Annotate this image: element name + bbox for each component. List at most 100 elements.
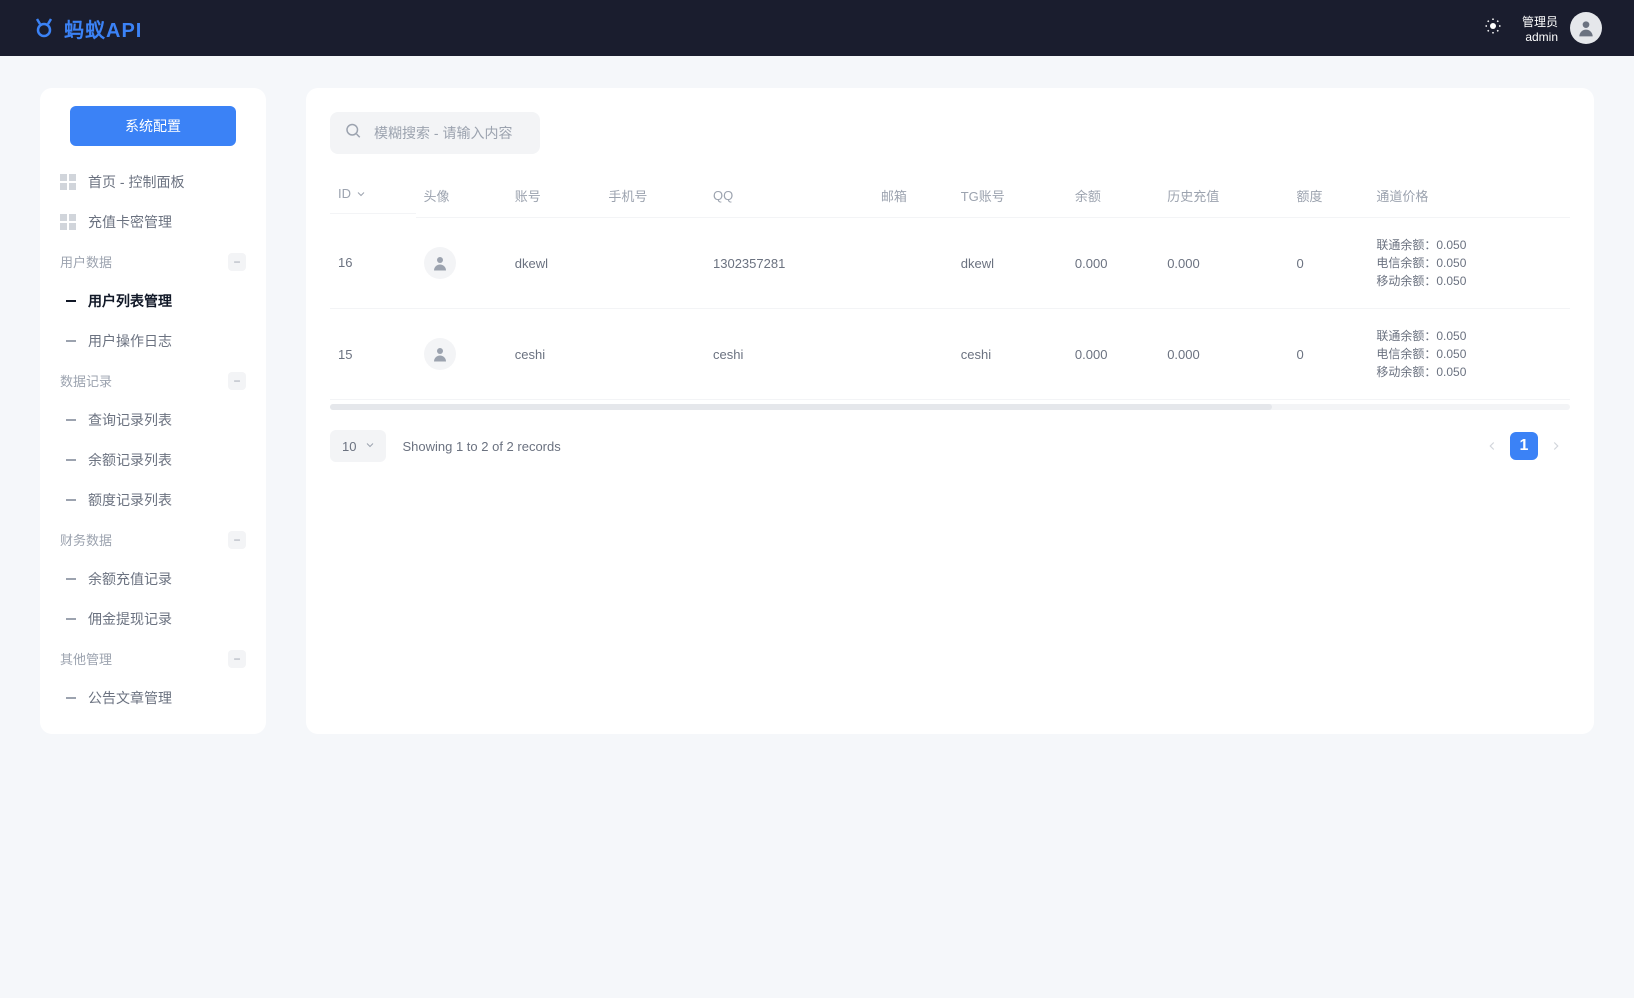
nav-group-finance[interactable]: 财务数据 − (54, 520, 252, 559)
cell-quota: 0 (1288, 218, 1368, 309)
nav-user-log[interactable]: 用户操作日志 (54, 321, 252, 361)
chevron-down-icon (364, 439, 376, 454)
nav-group-label: 用户数据 (60, 252, 112, 271)
table-footer: 10 Showing 1 to 2 of 2 records 1 (330, 430, 1570, 462)
dash-icon (66, 300, 76, 302)
page-1[interactable]: 1 (1510, 432, 1538, 460)
nav-group-label: 财务数据 (60, 530, 112, 549)
nav-query-records[interactable]: 查询记录列表 (54, 400, 252, 440)
dash-icon (66, 697, 76, 699)
cell-id: 15 (330, 309, 416, 400)
scrollbar-thumb[interactable] (330, 404, 1272, 410)
footer-left: 10 Showing 1 to 2 of 2 records (330, 430, 561, 462)
col-email: 邮箱 (873, 174, 953, 218)
main-content: ID 头像 账号 手机号 QQ 邮箱 TG账号 余额 历史充值 额度 通道价格 … (306, 88, 1594, 734)
avatar (424, 247, 456, 279)
table-header-row: ID 头像 账号 手机号 QQ 邮箱 TG账号 余额 历史充值 额度 通道价格 (330, 174, 1570, 218)
nav-label: 首页 - 控制面板 (88, 172, 184, 192)
nav-card-management[interactable]: 充值卡密管理 (54, 202, 252, 242)
col-channel-price: 通道价格 (1368, 174, 1570, 218)
nav-group-user-data[interactable]: 用户数据 − (54, 242, 252, 281)
cell-account: dkewl (507, 218, 601, 309)
nav-commission-records[interactable]: 佣金提现记录 (54, 599, 252, 639)
cell-tg: dkewl (953, 218, 1067, 309)
cell-phone (600, 309, 705, 400)
pagination: 1 (1478, 432, 1570, 460)
chevron-left-icon (1485, 439, 1499, 453)
collapse-icon: − (228, 531, 246, 549)
sidebar: 系统配置 首页 - 控制面板 充值卡密管理 用户数据 − 用户列表管理 用户操作… (40, 88, 266, 734)
page-prev[interactable] (1478, 432, 1506, 460)
col-balance: 余额 (1067, 174, 1159, 218)
cell-avatar (416, 218, 507, 309)
page-next[interactable] (1542, 432, 1570, 460)
user-name: admin (1522, 30, 1558, 44)
collapse-icon: − (228, 372, 246, 390)
logo-icon (32, 16, 56, 40)
table-row[interactable]: 16 dkewl 1302357281 dkewl 0.000 0.000 0 … (330, 218, 1570, 309)
user-info[interactable]: 管理员 admin (1522, 12, 1602, 44)
cell-account: ceshi (507, 309, 601, 400)
collapse-icon: − (228, 253, 246, 271)
cell-avatar (416, 309, 507, 400)
cell-balance: 0.000 (1067, 218, 1159, 309)
avatar (424, 338, 456, 370)
nav-label: 余额充值记录 (88, 569, 172, 589)
cell-phone (600, 218, 705, 309)
nav-dashboard[interactable]: 首页 - 控制面板 (54, 162, 252, 202)
nav-label: 额度记录列表 (88, 490, 172, 510)
search-icon (344, 122, 362, 145)
users-table: ID 头像 账号 手机号 QQ 邮箱 TG账号 余额 历史充值 额度 通道价格 … (330, 174, 1570, 400)
app-header: 蚂蚁API 管理员 admin (0, 0, 1634, 56)
nav-label: 用户操作日志 (88, 331, 172, 351)
dash-icon (66, 459, 76, 461)
nav-balance-records[interactable]: 余额记录列表 (54, 440, 252, 480)
cell-history: 0.000 (1159, 309, 1288, 400)
horizontal-scrollbar[interactable] (330, 404, 1570, 410)
system-config-button[interactable]: 系统配置 (70, 106, 236, 146)
cell-email (873, 218, 953, 309)
cell-tg: ceshi (953, 309, 1067, 400)
collapse-icon: − (228, 650, 246, 668)
cell-id: 16 (330, 218, 416, 309)
chevron-right-icon (1549, 439, 1563, 453)
col-account: 账号 (507, 174, 601, 218)
cell-qq: ceshi (705, 309, 873, 400)
nav-label: 公告文章管理 (88, 688, 172, 708)
dash-icon (66, 419, 76, 421)
cell-balance: 0.000 (1067, 309, 1159, 400)
chevron-down-icon (355, 188, 367, 200)
dash-icon (66, 578, 76, 580)
dash-icon (66, 499, 76, 501)
cell-qq: 1302357281 (705, 218, 873, 309)
nav-quota-records[interactable]: 额度记录列表 (54, 480, 252, 520)
nav-group-label: 数据记录 (60, 371, 112, 390)
col-tg: TG账号 (953, 174, 1067, 218)
page-size-select[interactable]: 10 (330, 430, 386, 462)
dash-icon (66, 340, 76, 342)
nav-label: 查询记录列表 (88, 410, 172, 430)
nav-announcement[interactable]: 公告文章管理 (54, 678, 252, 718)
cell-email (873, 309, 953, 400)
nav-label: 用户列表管理 (88, 291, 172, 311)
logo-text: 蚂蚁API (64, 14, 142, 43)
search-wrap (330, 112, 540, 154)
table-row[interactable]: 15 ceshi ceshi ceshi 0.000 0.000 0 联通余额：… (330, 309, 1570, 400)
col-history: 历史充值 (1159, 174, 1288, 218)
nav-recharge-records[interactable]: 余额充值记录 (54, 559, 252, 599)
cell-history: 0.000 (1159, 218, 1288, 309)
dash-icon (66, 618, 76, 620)
nav-group-data-records[interactable]: 数据记录 − (54, 361, 252, 400)
col-id[interactable]: ID (330, 174, 416, 214)
theme-toggle-icon[interactable] (1484, 17, 1502, 40)
cell-prices: 联通余额：0.050电信余额：0.050移动余额：0.050 (1368, 309, 1570, 400)
col-quota: 额度 (1288, 174, 1368, 218)
nav-user-list[interactable]: 用户列表管理 (54, 281, 252, 321)
header-right: 管理员 admin (1484, 12, 1602, 44)
grid-icon (60, 214, 76, 230)
logo: 蚂蚁API (32, 14, 142, 43)
avatar (1570, 12, 1602, 44)
nav-group-other[interactable]: 其他管理 − (54, 639, 252, 678)
nav-label: 充值卡密管理 (88, 212, 172, 232)
page-size-value: 10 (342, 439, 356, 454)
